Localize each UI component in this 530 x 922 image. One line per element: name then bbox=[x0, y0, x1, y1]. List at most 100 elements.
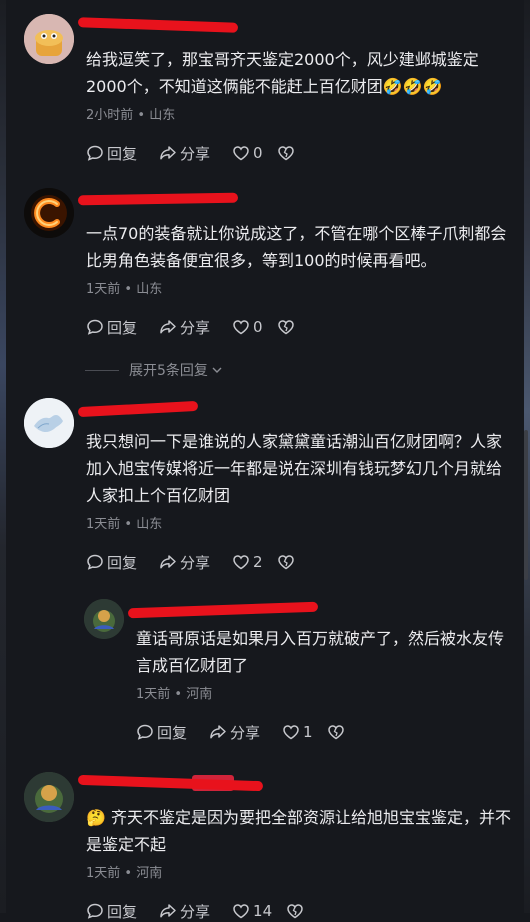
share-label: 分享 bbox=[180, 318, 211, 337]
reply-label: 回复 bbox=[107, 318, 138, 337]
comment-time: 2小时前 bbox=[86, 108, 134, 123]
share-button[interactable]: 分享 bbox=[209, 722, 260, 743]
share-icon bbox=[160, 555, 176, 569]
username-redacted[interactable] bbox=[77, 14, 239, 36]
avatar[interactable] bbox=[24, 398, 74, 448]
redaction-mark bbox=[77, 17, 239, 33]
bread-character-icon bbox=[24, 14, 74, 64]
username-redacted[interactable] bbox=[127, 599, 319, 621]
game-character-icon bbox=[24, 772, 74, 822]
like-count: 2 bbox=[253, 553, 263, 571]
reply-time: 1天前 bbox=[136, 687, 171, 702]
username-redacted[interactable] bbox=[77, 398, 236, 420]
chevron-down-icon bbox=[212, 367, 222, 373]
reply-icon bbox=[137, 724, 153, 740]
redaction-mark bbox=[77, 774, 264, 792]
comment-actions: 回复 分享 0 bbox=[86, 142, 512, 164]
reply-label: 回复 bbox=[107, 902, 138, 921]
comment-actions: 回复 分享 2 bbox=[86, 551, 512, 573]
reply-location: 河南 bbox=[186, 687, 213, 702]
share-label: 分享 bbox=[180, 553, 211, 572]
share-button[interactable]: 分享 bbox=[159, 901, 210, 922]
like-count: 1 bbox=[303, 723, 313, 741]
reply-label: 回复 bbox=[157, 723, 188, 742]
background-edge-left bbox=[0, 0, 6, 913]
heart-icon bbox=[233, 320, 249, 335]
share-label: 分享 bbox=[230, 723, 261, 742]
reply-label: 回复 bbox=[107, 553, 138, 572]
share-icon bbox=[160, 146, 176, 160]
share-icon bbox=[210, 725, 226, 739]
heart-icon bbox=[233, 904, 249, 919]
share-icon bbox=[160, 320, 176, 334]
like-count: 0 bbox=[253, 144, 263, 162]
comment-time: 1天前 bbox=[86, 517, 121, 532]
share-label: 分享 bbox=[180, 144, 211, 163]
broken-heart-icon bbox=[277, 555, 294, 570]
broken-heart-icon bbox=[277, 320, 294, 335]
broken-heart-icon bbox=[327, 725, 344, 740]
map-icon bbox=[24, 398, 74, 448]
reply-button[interactable]: 回复 bbox=[86, 552, 137, 573]
comment-location: 山东 bbox=[149, 108, 176, 123]
heart-icon bbox=[233, 555, 249, 570]
like-count: 14 bbox=[253, 902, 273, 920]
like-button[interactable]: 0 bbox=[232, 318, 263, 336]
dislike-button[interactable] bbox=[277, 318, 298, 336]
scrollbar[interactable] bbox=[524, 430, 528, 580]
dislike-button[interactable] bbox=[327, 723, 348, 741]
share-button[interactable]: 分享 bbox=[159, 143, 210, 164]
comment-location: 山东 bbox=[136, 282, 163, 297]
dislike-button[interactable] bbox=[277, 553, 298, 571]
share-icon bbox=[160, 904, 176, 918]
comment-meta: 1天前 • 河南 bbox=[86, 866, 163, 881]
username-redacted[interactable] bbox=[77, 772, 264, 794]
comment-location: 山东 bbox=[136, 517, 163, 532]
reply-icon bbox=[87, 319, 103, 335]
reply-icon bbox=[87, 554, 103, 570]
avatar[interactable] bbox=[24, 188, 74, 238]
reply-button[interactable]: 回复 bbox=[86, 143, 137, 164]
game-character-icon bbox=[84, 599, 124, 639]
comment-actions: 回复 分享 0 bbox=[86, 316, 512, 338]
comment-meta: 1天前 • 山东 bbox=[86, 517, 163, 532]
reply-button[interactable]: 回复 bbox=[86, 901, 137, 922]
comment-actions: 回复 分享 14 bbox=[86, 900, 512, 922]
reply-text: 童话哥原话是如果月入百万就破产了，然后被水友传言成百亿财团了 bbox=[136, 629, 505, 675]
comment-location: 河南 bbox=[136, 866, 163, 881]
comment-text: 我只想问一下是谁说的人家黛黛童话潮汕百亿财团啊？人家加入旭宝传媒将近一年都是说在… bbox=[86, 432, 503, 505]
redaction-mark bbox=[77, 400, 199, 418]
reply-icon bbox=[87, 145, 103, 161]
reply-icon bbox=[87, 903, 103, 919]
avatar[interactable] bbox=[24, 14, 74, 64]
reply-label: 回复 bbox=[107, 144, 138, 163]
avatar[interactable] bbox=[24, 772, 74, 822]
reply-actions: 回复 分享 1 bbox=[136, 721, 512, 743]
comment-time: 1天前 bbox=[86, 866, 121, 881]
comment-meta: 2小时前 • 山东 bbox=[86, 108, 176, 123]
share-button[interactable]: 分享 bbox=[159, 552, 210, 573]
username-redacted[interactable] bbox=[77, 188, 239, 210]
broken-heart-icon bbox=[277, 146, 294, 161]
comment-text: 🤔 齐天不鉴定是因为要把全部资源让给旭旭宝宝鉴定，并不是鉴定不起 bbox=[86, 808, 512, 854]
heart-icon bbox=[283, 725, 299, 740]
like-count: 0 bbox=[253, 318, 263, 336]
share-button[interactable]: 分享 bbox=[159, 317, 210, 338]
like-button[interactable]: 2 bbox=[232, 553, 263, 571]
dislike-button[interactable] bbox=[286, 902, 307, 920]
like-button[interactable]: 1 bbox=[282, 723, 313, 741]
expand-replies-button[interactable]: 展开5条回复 bbox=[85, 360, 223, 380]
comment-text: 给我逗笑了，那宝哥齐天鉴定2000个，风少建邺城鉴定2000个，不知道这俩能不能… bbox=[86, 50, 479, 96]
redaction-mark bbox=[127, 601, 319, 619]
redaction-mark bbox=[77, 192, 239, 206]
avatar[interactable] bbox=[84, 599, 124, 639]
reply-button[interactable]: 回复 bbox=[86, 317, 137, 338]
share-label: 分享 bbox=[180, 902, 211, 921]
divider bbox=[85, 369, 119, 371]
comment-meta: 1天前 • 山东 bbox=[86, 282, 163, 297]
like-button[interactable]: 0 bbox=[232, 144, 263, 162]
like-button[interactable]: 14 bbox=[232, 902, 272, 920]
reply-button[interactable]: 回复 bbox=[136, 722, 187, 743]
dislike-button[interactable] bbox=[277, 144, 298, 162]
heart-icon bbox=[233, 146, 249, 161]
